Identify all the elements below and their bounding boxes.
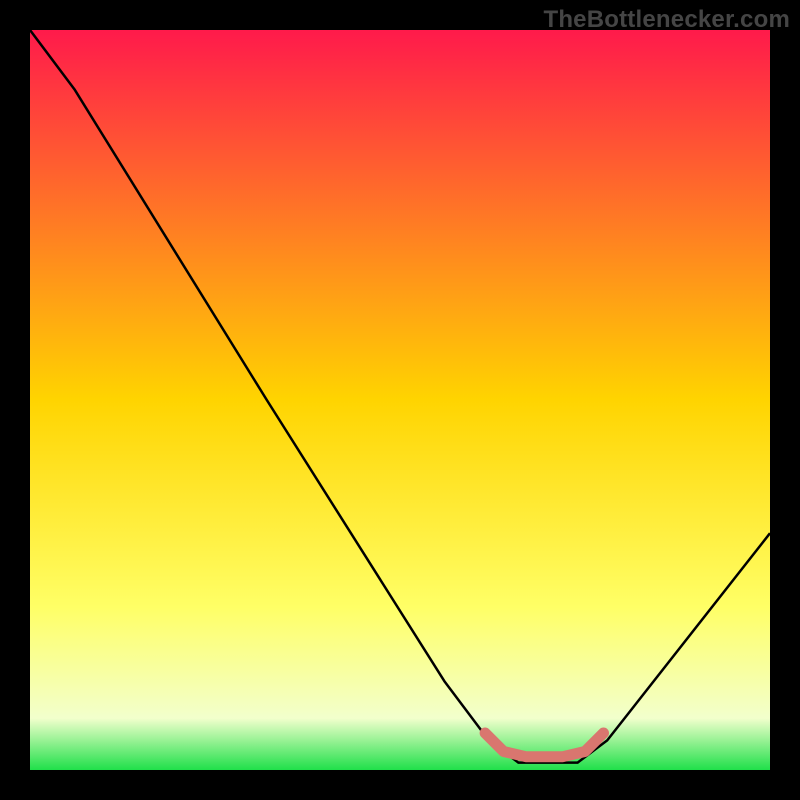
chart-container: TheBottlenecker.com [0, 0, 800, 800]
watermark-text: TheBottlenecker.com [543, 6, 790, 34]
chart-plot-area [30, 30, 770, 770]
chart-svg [30, 30, 770, 770]
gradient-background [30, 30, 770, 770]
